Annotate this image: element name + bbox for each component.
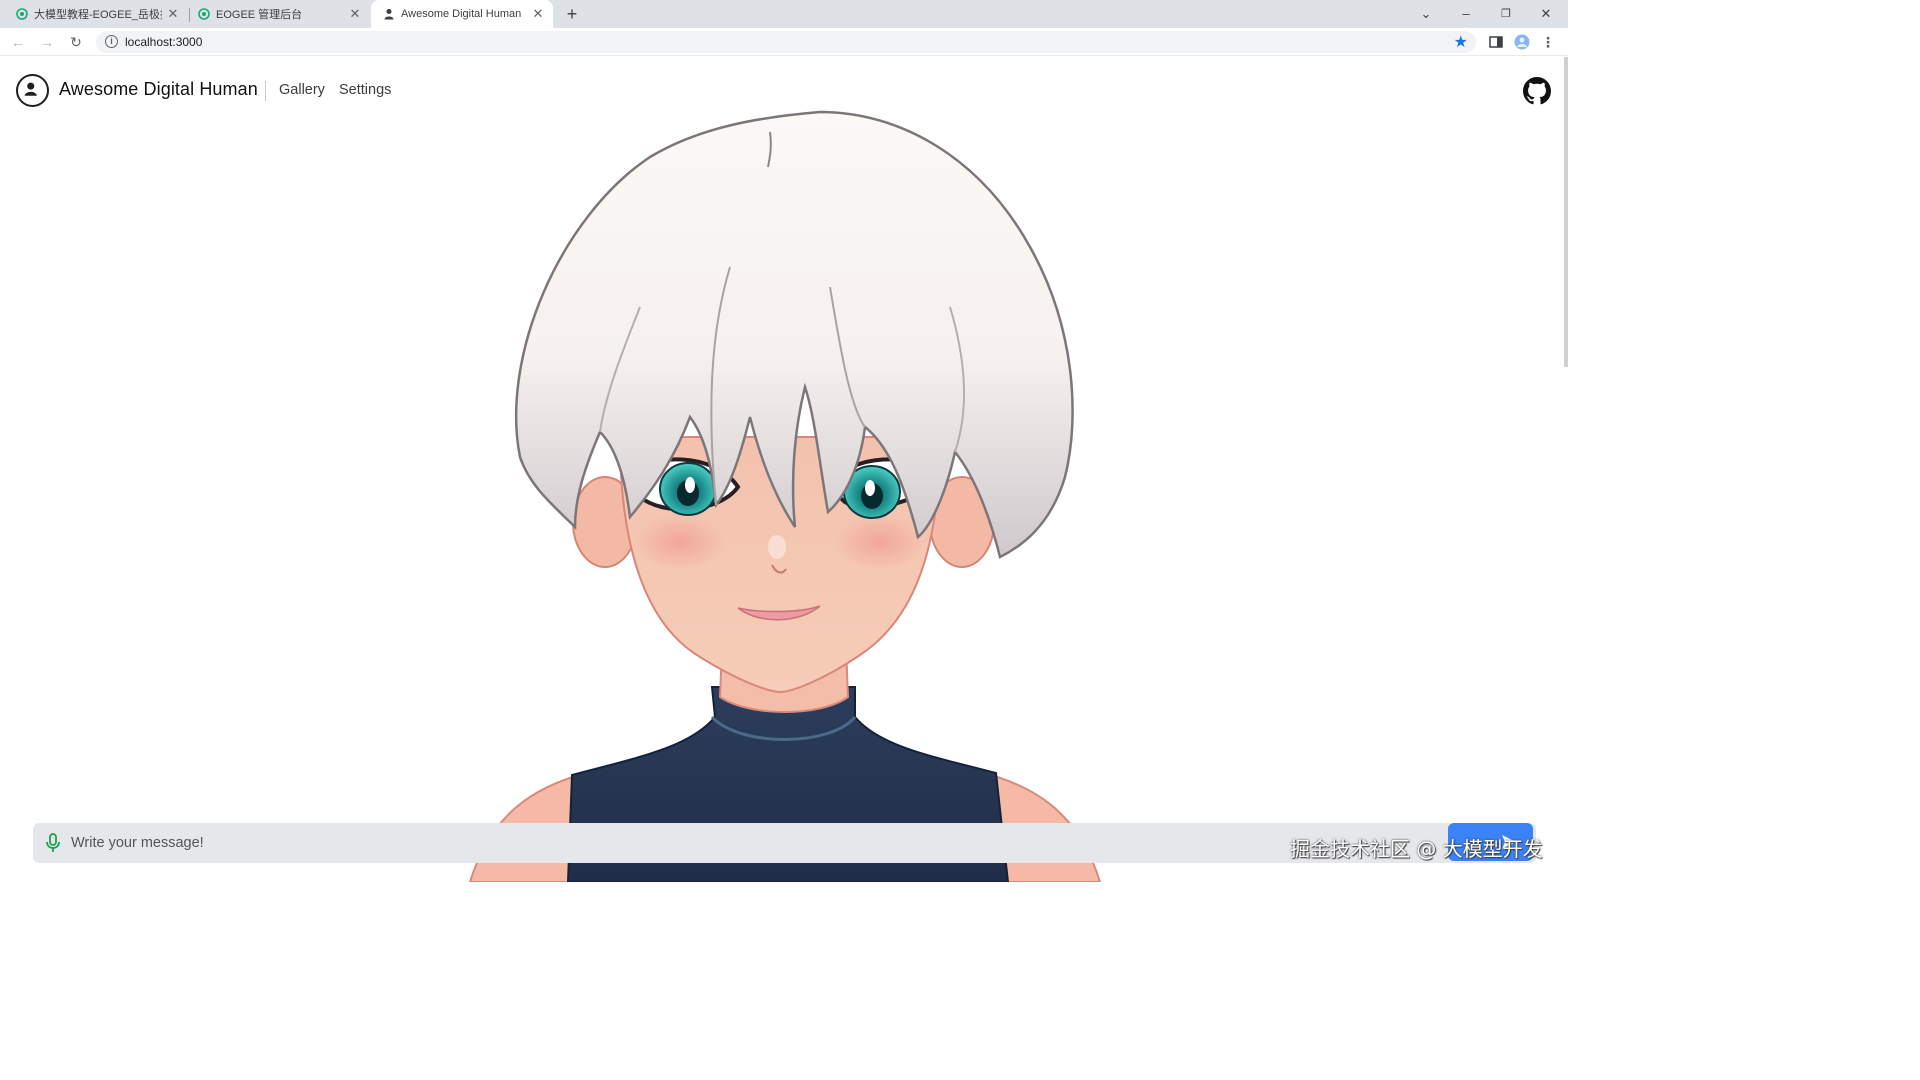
tab-title: 大模型教程-EOGEE_岳极技术 xyxy=(34,9,162,21)
forward-icon[interactable]: → xyxy=(38,33,56,51)
reload-icon[interactable]: ↻ xyxy=(67,33,85,51)
bookmark-star-icon[interactable]: ★ xyxy=(1454,32,1468,52)
message-input[interactable] xyxy=(71,823,1441,863)
digital-human-avatar xyxy=(468,110,1102,882)
app-header: Awesome Digital Human Gallery Settings xyxy=(0,57,1568,123)
tab-title: EOGEE 管理后台 xyxy=(216,9,303,21)
tab-awesome-digital-human[interactable]: Awesome Digital Human ✕ xyxy=(371,0,553,28)
tab-title: Awesome Digital Human xyxy=(401,8,522,20)
minimize-button[interactable]: – xyxy=(1446,0,1486,28)
profile-avatar-icon[interactable] xyxy=(1514,34,1530,50)
watermark-text: 掘金技术社区 @ 大模型开发 xyxy=(1290,837,1543,861)
app-logo-icon[interactable] xyxy=(16,74,49,107)
address-bar[interactable]: i localhost:3000 ★ xyxy=(96,31,1476,53)
app-title[interactable]: Awesome Digital Human xyxy=(59,79,258,100)
back-icon[interactable]: ← xyxy=(9,33,27,51)
person-favicon-icon xyxy=(384,9,394,20)
tab-eogee-admin[interactable]: EOGEE 管理后台 ✕ xyxy=(182,0,370,28)
microphone-icon[interactable] xyxy=(45,833,61,853)
eogee-favicon-icon xyxy=(198,8,210,20)
site-info-icon[interactable]: i xyxy=(105,35,118,48)
tab-close-icon[interactable]: ✕ xyxy=(166,7,180,21)
nav-link-settings[interactable]: Settings xyxy=(339,82,391,98)
tab-eogee-tutorial[interactable]: 大模型教程-EOGEE_岳极技术 ✕ xyxy=(0,0,188,28)
browser-toolbar: ← → ↻ i localhost:3000 ★ ⋮ xyxy=(0,28,1568,56)
side-panel-icon[interactable] xyxy=(1488,34,1504,50)
header-divider xyxy=(265,81,266,101)
page-content: Awesome Digital Human Gallery Settings 掘… xyxy=(0,57,1568,882)
github-icon[interactable] xyxy=(1523,77,1551,105)
url-text[interactable]: localhost:3000 xyxy=(125,35,202,49)
browser-menu-icon[interactable]: ⋮ xyxy=(1539,33,1557,51)
page-scrollbar[interactable] xyxy=(1564,57,1568,367)
tab-close-icon[interactable]: ✕ xyxy=(531,7,545,21)
tab-search-icon[interactable]: ⌄ xyxy=(1406,0,1446,28)
new-tab-button[interactable]: + xyxy=(562,4,582,24)
tab-close-icon[interactable]: ✕ xyxy=(348,7,362,21)
nav-link-gallery[interactable]: Gallery xyxy=(279,82,325,98)
eogee-favicon-icon xyxy=(16,8,28,20)
restore-button[interactable]: ❐ xyxy=(1486,0,1526,28)
close-window-button[interactable]: ✕ xyxy=(1526,0,1566,28)
tab-strip: 大模型教程-EOGEE_岳极技术 ✕ EOGEE 管理后台 ✕ Awesome … xyxy=(0,0,1568,28)
